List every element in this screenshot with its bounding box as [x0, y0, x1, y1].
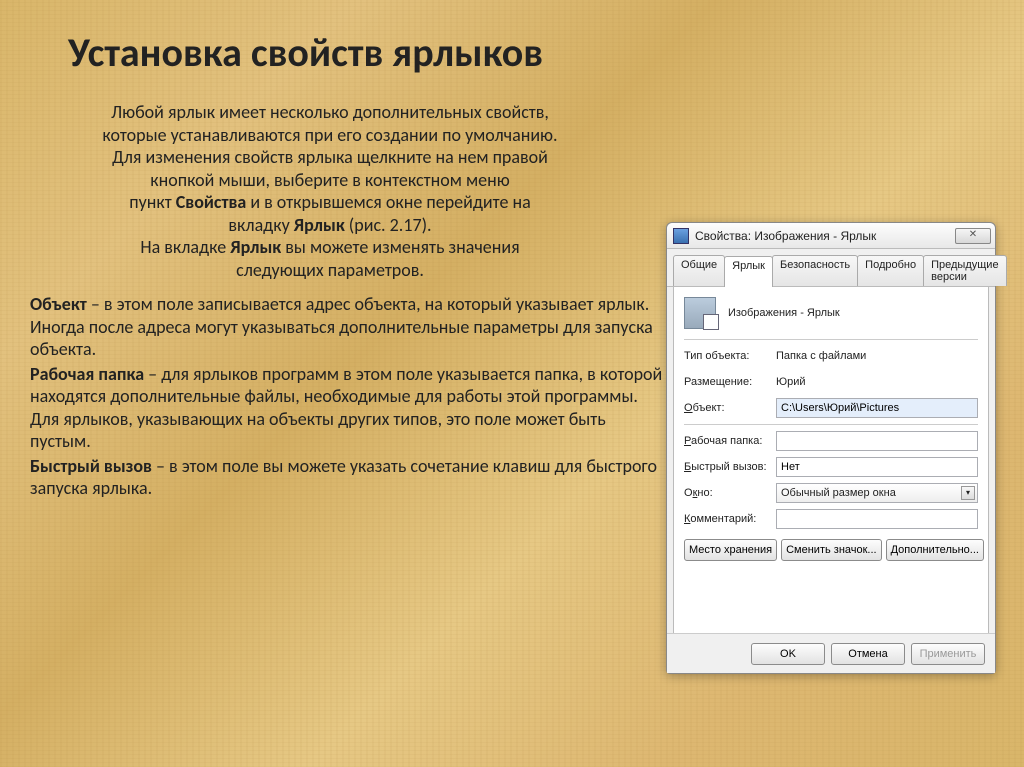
label-type: Тип объекта:: [684, 350, 776, 362]
separator: [684, 424, 978, 425]
separator: [684, 339, 978, 340]
term-object: Объект: [30, 293, 87, 315]
file-location-button[interactable]: Место хранения: [684, 539, 777, 561]
label-object: Объект:: [684, 402, 776, 414]
intro-line: (рис. 2.17).: [345, 214, 432, 236]
advanced-button[interactable]: Дополнительно...: [886, 539, 984, 561]
workdir-input[interactable]: [776, 431, 978, 451]
label-location: Размещение:: [684, 376, 776, 388]
label-comment: Комментарий:: [684, 513, 776, 525]
shortcut-icon: [684, 297, 716, 329]
intro-line: Для изменения свойств ярлыка щелкните на…: [112, 146, 548, 168]
intro-line: которые устанавливаются при его создании…: [102, 124, 557, 146]
label-hotkey: Быстрый вызов:: [684, 461, 776, 473]
hotkey-input[interactable]: [776, 457, 978, 477]
desc-object: – в этом поле записывается адрес объекта…: [30, 293, 653, 360]
window-combo[interactable]: Обычный размер окна ▾: [776, 483, 978, 503]
tab-security[interactable]: Безопасность: [772, 255, 858, 286]
intro-block: Любой ярлык имеет несколько дополнительн…: [50, 101, 610, 281]
window-title: Свойства: Изображения - Ярлык: [695, 229, 955, 243]
tab-general[interactable]: Общие: [673, 255, 725, 286]
close-button[interactable]: ✕: [955, 228, 991, 244]
intro-line: На вкладке: [140, 236, 230, 258]
value-location: Юрий: [776, 376, 978, 388]
apply-button[interactable]: Применить: [911, 643, 985, 665]
tab-details[interactable]: Подробно: [857, 255, 924, 286]
intro-line: кнопкой мыши, выберите в контекстном мен…: [150, 169, 509, 191]
window-combo-value: Обычный размер окна: [781, 487, 896, 499]
window-icon: [673, 228, 689, 244]
intro-line: и в открывшемся окне перейдите на: [246, 191, 530, 213]
intro-line: пункт: [129, 191, 176, 213]
tab-previous[interactable]: Предыдущие версии: [923, 255, 1006, 286]
object-input[interactable]: [776, 398, 978, 418]
comment-input[interactable]: [776, 509, 978, 529]
ok-button[interactable]: OK: [751, 643, 825, 665]
value-type: Папка с файлами: [776, 350, 978, 362]
tab-shortcut[interactable]: Ярлык: [724, 256, 773, 287]
tabstrip: Общие Ярлык Безопасность Подробно Предыд…: [667, 249, 995, 287]
page-title: Установка свойств ярлыков: [0, 0, 1024, 77]
change-icon-button[interactable]: Сменить значок...: [781, 539, 882, 561]
intro-bold: Ярлык: [230, 236, 281, 258]
term-workdir: Рабочая папка: [30, 363, 144, 385]
intro-line: вкладку: [228, 214, 293, 236]
intro-bold: Ярлык: [294, 214, 345, 236]
body-block: Объект – в этом поле записывается адрес …: [30, 293, 670, 500]
shortcut-name: Изображения - Ярлык: [728, 307, 840, 319]
cancel-button[interactable]: Отмена: [831, 643, 905, 665]
chevron-down-icon: ▾: [961, 486, 975, 500]
intro-line: вы можете изменять значения: [281, 236, 519, 258]
intro-bold: Свойства: [176, 191, 246, 213]
label-workdir: Рабочая папка:: [684, 435, 776, 447]
tab-body: Изображения - Ярлык Тип объекта: Папка с…: [673, 287, 989, 639]
properties-dialog: Свойства: Изображения - Ярлык ✕ Общие Яр…: [666, 222, 996, 674]
label-window: Окно:: [684, 487, 776, 499]
dialog-footer: OK Отмена Применить: [667, 633, 995, 673]
intro-line: следующих параметров.: [236, 259, 424, 281]
intro-line: Любой ярлык имеет несколько дополнительн…: [111, 101, 549, 123]
term-hotkey: Быстрый вызов: [30, 455, 152, 477]
titlebar[interactable]: Свойства: Изображения - Ярлык ✕: [667, 223, 995, 249]
